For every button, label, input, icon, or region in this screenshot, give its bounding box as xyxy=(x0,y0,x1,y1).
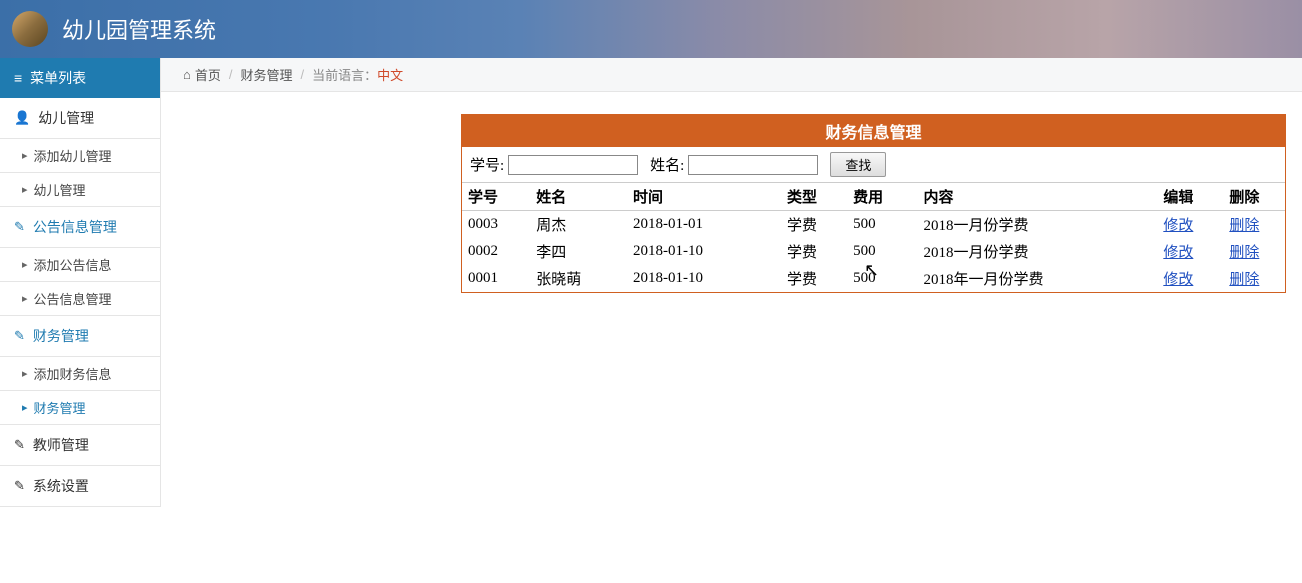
user-icon: 👤 xyxy=(14,110,30,126)
table-cell: 2018年一月份学费 xyxy=(917,265,1157,292)
table-header-cell: 费用 xyxy=(847,183,917,211)
table-header-cell: 学号 xyxy=(462,183,530,211)
sidebar-group-2[interactable]: ✎ 财务管理 xyxy=(0,316,160,357)
table-header-cell: 姓名 xyxy=(530,183,627,211)
search-bar: 学号: 姓名: 查找 xyxy=(462,147,1285,183)
edit-link[interactable]: 修改 xyxy=(1163,272,1193,288)
sidebar-group-3[interactable]: ✎ 教师管理 xyxy=(0,425,160,466)
table-row: 0002李四2018-01-10学费5002018一月份学费修改 删除 xyxy=(462,238,1285,265)
sidebar-item[interactable]: 添加幼儿管理 xyxy=(0,139,160,173)
sidebar-group-label: 公告信息管理 xyxy=(33,217,117,237)
sidebar: ≡ 菜单列表 👤幼儿管理添加幼儿管理幼儿管理✎公告信息管理添加公告信息公告信息管… xyxy=(0,58,161,507)
search-button[interactable]: 查找 xyxy=(830,152,886,177)
edit-icon: ✎ xyxy=(14,328,25,344)
table-cell: 学费 xyxy=(781,211,847,239)
table-cell: 2018-01-10 xyxy=(627,265,781,292)
table-cell: 500 xyxy=(847,238,917,265)
breadcrumb-lang-label: 当前语言： xyxy=(312,65,377,84)
finance-panel: 财务信息管理 学号: 姓名: 查找 学号姓名时间类型费用内容编辑删除 0003周… xyxy=(461,114,1286,293)
sidebar-group-0[interactable]: 👤 幼儿管理 xyxy=(0,98,160,139)
menu-header-label: 菜单列表 xyxy=(30,68,86,88)
table-cell: 2018-01-01 xyxy=(627,211,781,239)
table-cell: 2018-01-10 xyxy=(627,238,781,265)
sidebar-item[interactable]: 财务管理 xyxy=(0,391,160,425)
table-header-cell: 删除 xyxy=(1223,183,1285,211)
main: ⌂ 首页 / 财务管理 / 当前语言： 中文 财务信息管理 学号: 姓名: 查找… xyxy=(161,58,1302,507)
sidebar-group-label: 幼儿管理 xyxy=(38,108,94,128)
finance-table: 学号姓名时间类型费用内容编辑删除 0003周杰2018-01-01学费50020… xyxy=(462,183,1285,292)
table-cell: 学费 xyxy=(781,238,847,265)
table-cell: 500 xyxy=(847,211,917,239)
edit-icon: ✎ xyxy=(14,437,25,453)
app-header: 幼儿园管理系统 xyxy=(0,0,1302,58)
table-cell: 学费 xyxy=(781,265,847,292)
breadcrumb-home[interactable]: 首页 xyxy=(195,65,221,84)
sidebar-item[interactable]: 公告信息管理 xyxy=(0,282,160,316)
search-id-label: 学号: xyxy=(470,154,504,175)
sidebar-item[interactable]: 幼儿管理 xyxy=(0,173,160,207)
home-icon: ⌂ xyxy=(183,67,191,82)
breadcrumb: ⌂ 首页 / 财务管理 / 当前语言： 中文 xyxy=(161,58,1302,92)
edit-icon: ✎ xyxy=(14,478,25,494)
sidebar-group-label: 系统设置 xyxy=(33,476,89,496)
table-cell: 2018一月份学费 xyxy=(917,211,1157,239)
search-id-input[interactable] xyxy=(508,155,638,175)
menu-header: ≡ 菜单列表 xyxy=(0,58,160,98)
sidebar-group-label: 教师管理 xyxy=(33,435,89,455)
delete-link[interactable]: 删除 xyxy=(1229,218,1259,234)
table-header-cell: 编辑 xyxy=(1157,183,1223,211)
breadcrumb-section[interactable]: 财务管理 xyxy=(241,65,293,84)
edit-link[interactable]: 修改 xyxy=(1163,218,1193,234)
delete-link[interactable]: 删除 xyxy=(1229,245,1259,261)
table-header-cell: 类型 xyxy=(781,183,847,211)
edit-icon: ✎ xyxy=(14,219,25,235)
panel-title: 财务信息管理 xyxy=(462,115,1285,147)
table-cell: 0001 xyxy=(462,265,530,292)
table-row: 0003周杰2018-01-01学费5002018一月份学费修改 删除 xyxy=(462,211,1285,239)
table-header-cell: 时间 xyxy=(627,183,781,211)
delete-link[interactable]: 删除 xyxy=(1229,272,1259,288)
app-title: 幼儿园管理系统 xyxy=(62,13,216,45)
search-name-label: 姓名: xyxy=(650,154,684,175)
sidebar-group-1[interactable]: ✎ 公告信息管理 xyxy=(0,207,160,248)
table-cell: 0002 xyxy=(462,238,530,265)
table-cell: 李四 xyxy=(530,238,627,265)
breadcrumb-lang-value: 中文 xyxy=(377,65,403,84)
edit-link[interactable]: 修改 xyxy=(1163,245,1193,261)
sidebar-item[interactable]: 添加财务信息 xyxy=(0,357,160,391)
table-cell: 0003 xyxy=(462,211,530,239)
table-cell: 500 xyxy=(847,265,917,292)
menu-icon: ≡ xyxy=(14,70,22,86)
avatar xyxy=(12,11,48,47)
sidebar-group-4[interactable]: ✎ 系统设置 xyxy=(0,466,160,507)
table-row: 0001张晓萌2018-01-10学费5002018年一月份学费修改 删除 xyxy=(462,265,1285,292)
table-header-cell: 内容 xyxy=(917,183,1157,211)
table-cell: 2018一月份学费 xyxy=(917,238,1157,265)
sidebar-item[interactable]: 添加公告信息 xyxy=(0,248,160,282)
search-name-input[interactable] xyxy=(688,155,818,175)
table-cell: 周杰 xyxy=(530,211,627,239)
sidebar-group-label: 财务管理 xyxy=(33,326,89,346)
table-cell: 张晓萌 xyxy=(530,265,627,292)
